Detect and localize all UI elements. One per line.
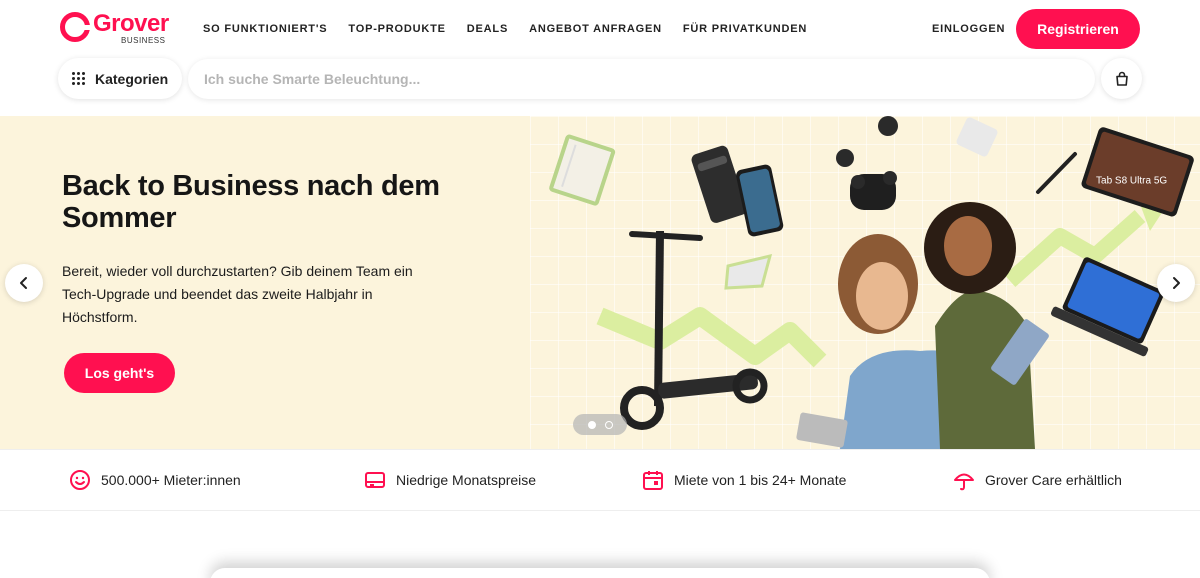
- usp-item-renters: 500.000+ Mieter:innen: [69, 469, 241, 491]
- content-card-edge: [210, 568, 990, 578]
- categories-button[interactable]: Kategorien: [58, 58, 182, 99]
- chevron-right-icon: [1173, 277, 1180, 289]
- hero-title: Back to Business nach dem Sommer: [62, 170, 440, 234]
- hero-illustration: Tab S8 Ultra 5G: [549, 116, 1194, 449]
- usp-label: Miete von 1 bis 24+ Monate: [674, 472, 847, 488]
- grid-dots-icon: [72, 71, 86, 86]
- calendar-icon: [643, 471, 663, 490]
- tablet-text: Tab S8 Ultra 5G: [1096, 176, 1167, 187]
- login-link[interactable]: EINLOGGEN: [932, 23, 1005, 35]
- carousel-next-button[interactable]: [1157, 264, 1195, 302]
- carousel-pager: [573, 414, 627, 435]
- page: Grover BUSINESS SO FUNKTIONIERT'S TOP-PR…: [0, 0, 1200, 578]
- logo-ring-icon: [60, 12, 91, 42]
- grover-business-logo[interactable]: Grover BUSINESS: [60, 12, 169, 45]
- usp-label: Grover Care erhältlich: [985, 472, 1122, 488]
- logo-subline: BUSINESS: [121, 36, 166, 45]
- hero-description: Bereit, wieder voll durchzustarten? Gib …: [62, 263, 413, 325]
- usp-item-prices: Niedrige Monatspreise: [364, 469, 536, 491]
- cart-button[interactable]: [1101, 58, 1142, 99]
- smiley-icon: [70, 470, 90, 490]
- nav-item-top-produkte[interactable]: TOP-PRODUKTE: [348, 23, 445, 35]
- categories-label: Kategorien: [95, 70, 169, 87]
- search-input[interactable]: [204, 71, 1064, 87]
- usp-label: Niedrige Monatspreise: [396, 472, 537, 488]
- usp-label: 500.000+ Mieter:innen: [101, 472, 241, 488]
- carousel-prev-button[interactable]: [5, 264, 43, 302]
- main-nav: SO FUNKTIONIERT'S TOP-PRODUKTE DEALS ANG…: [203, 23, 807, 35]
- pager-dot-1[interactable]: [587, 420, 596, 429]
- nav-item-angebot-anfragen[interactable]: ANGEBOT ANFRAGEN: [529, 23, 662, 35]
- chevron-left-icon: [20, 277, 27, 289]
- hero-banner: Tab S8 Ultra 5G Back to Business nach de…: [0, 116, 1200, 449]
- nav-item-fuer-privatkunden[interactable]: FÜR PRIVATKUNDEN: [683, 23, 807, 35]
- shopping-bag-icon: [1115, 71, 1128, 86]
- umbrella-icon: [954, 473, 974, 491]
- usp-item-duration: Miete von 1 bis 24+ Monate: [642, 469, 846, 491]
- usp-bar: 500.000+ Mieter:innen Niedrige Monatspre…: [0, 449, 1200, 511]
- register-button[interactable]: Registrieren: [1016, 9, 1140, 49]
- logo-wordmark: Grover: [93, 10, 169, 37]
- usp-item-care: Grover Care erhältlich: [953, 469, 1122, 491]
- wallet-icon: [365, 472, 385, 488]
- pager-dot-2[interactable]: [604, 420, 613, 429]
- nav-item-so-funktionierts[interactable]: SO FUNKTIONIERT'S: [203, 23, 327, 35]
- nav-item-deals[interactable]: DEALS: [467, 23, 508, 35]
- search-bar[interactable]: [188, 59, 1095, 99]
- hero-cta-button[interactable]: Los geht's: [64, 353, 175, 393]
- header: Grover BUSINESS SO FUNKTIONIERT'S TOP-PR…: [0, 0, 1200, 58]
